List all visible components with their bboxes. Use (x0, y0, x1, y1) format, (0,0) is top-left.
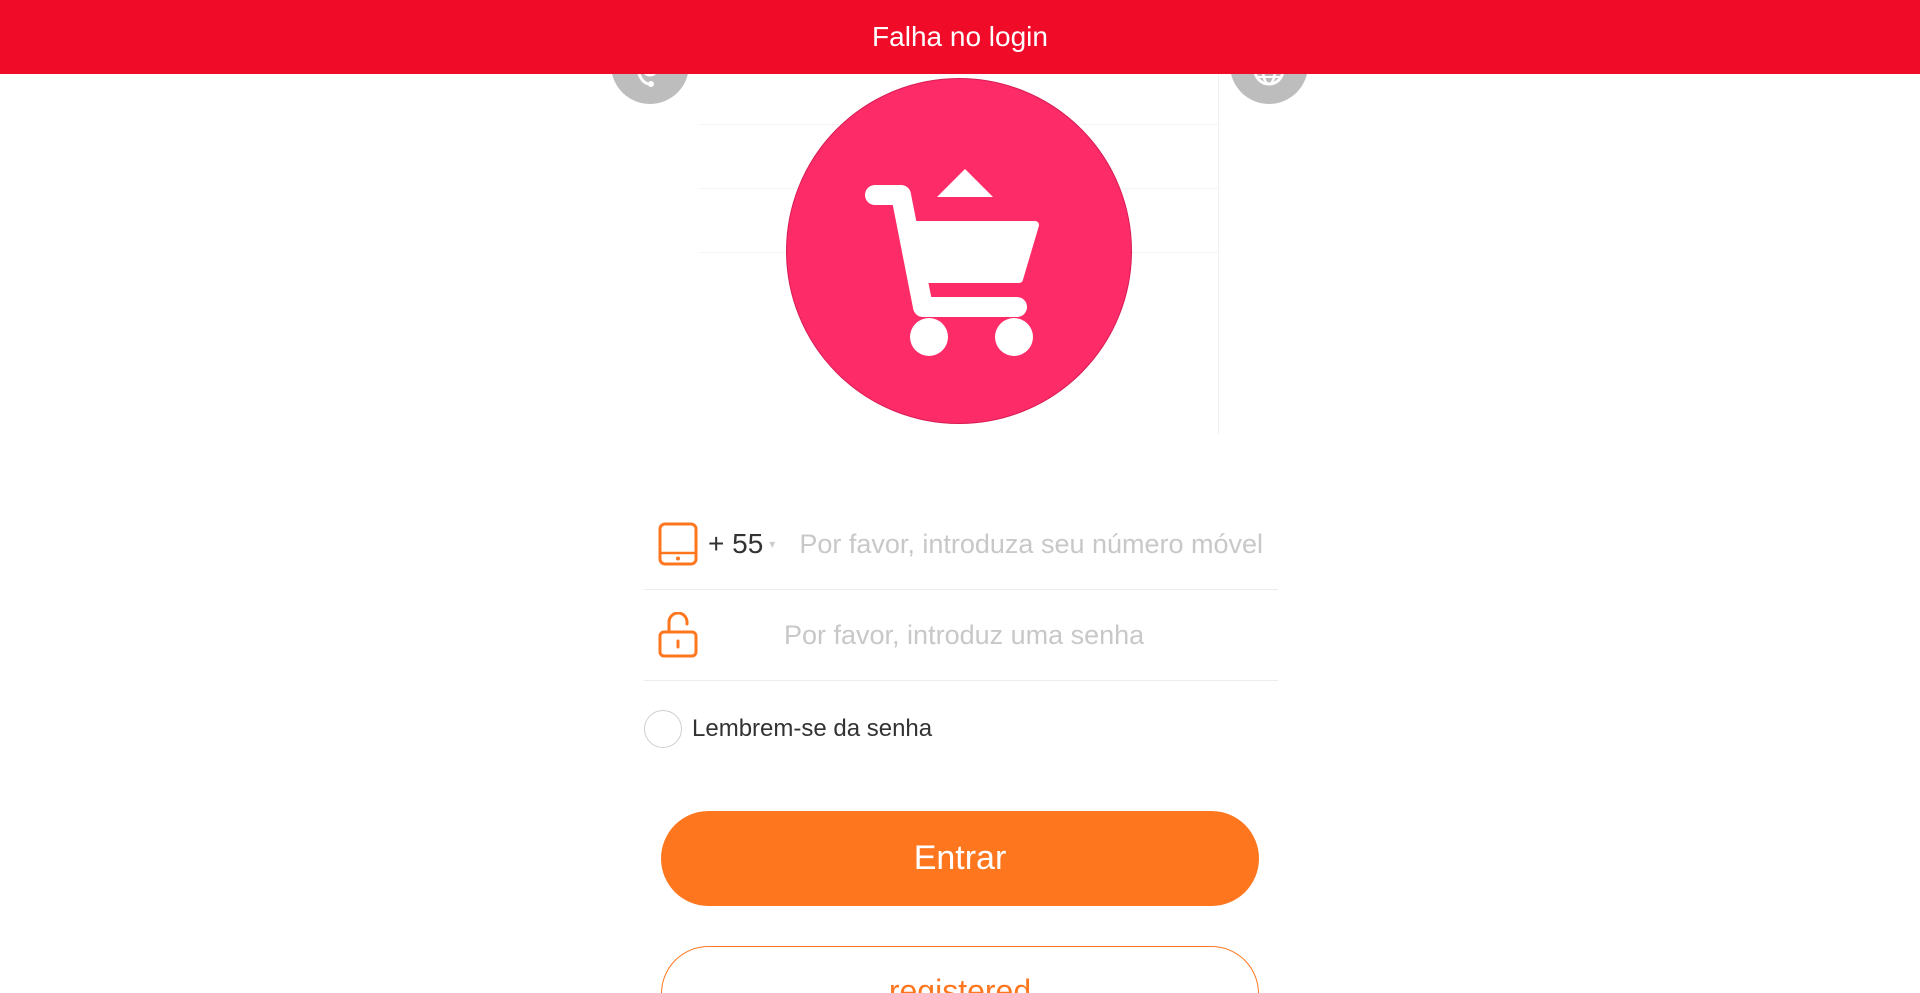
error-banner: Falha no login (0, 0, 1920, 74)
login-button[interactable]: Entrar (661, 811, 1259, 906)
register-button-label: registered (888, 973, 1032, 993)
app-logo (786, 78, 1132, 424)
password-input[interactable] (782, 609, 1256, 661)
lock-icon (654, 611, 702, 659)
phone-input[interactable] (797, 518, 1272, 570)
remember-label: Lembrem-se da senha (692, 715, 933, 742)
mobile-phone-icon (654, 520, 702, 568)
phone-field-row: + 55 ▾ (644, 499, 1278, 590)
register-button[interactable]: registered (661, 946, 1259, 993)
login-page: Falha no login + 55 ▾ Por favor, introdu… (0, 0, 1920, 993)
login-button-label: Entrar (913, 839, 1007, 877)
password-field-row (644, 590, 1278, 681)
remember-checkbox[interactable] (644, 710, 682, 748)
remember-password[interactable]: Lembrem-se da senha (644, 710, 932, 748)
country-code-value: + 55 (708, 528, 764, 559)
shopping-cart-icon (865, 169, 1039, 356)
chevron-down-icon: ▾ (769, 537, 776, 551)
error-message: Falha no login (872, 21, 1048, 52)
country-code-selector[interactable]: + 55 ▾ (708, 528, 775, 560)
